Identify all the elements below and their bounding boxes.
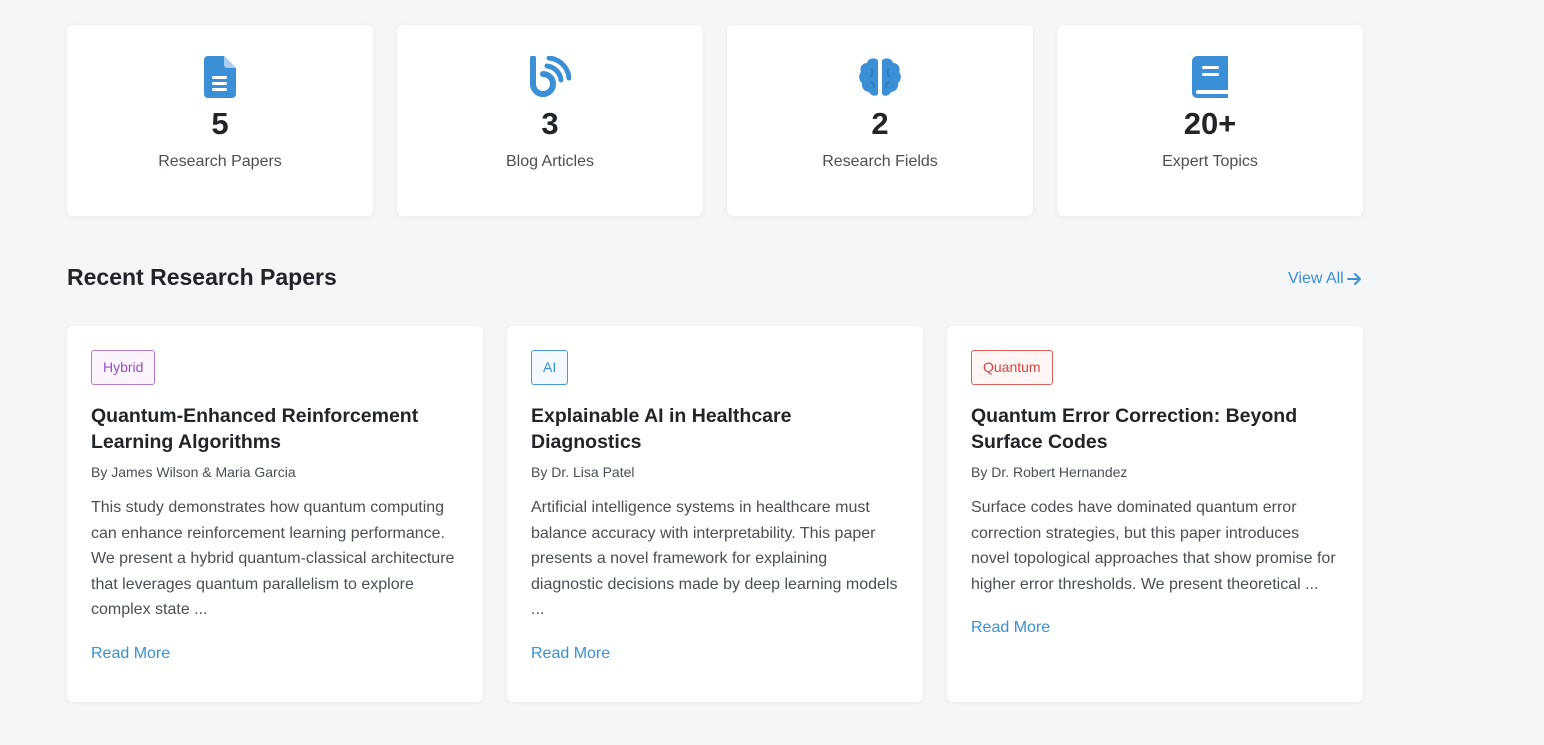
paper-authors: By James Wilson & Maria Garcia — [91, 464, 296, 480]
paper-title[interactable]: Explainable AI in Healthcare Diagnostics — [531, 403, 899, 455]
paper-title[interactable]: Quantum Error Correction: Beyond Surface… — [971, 403, 1339, 455]
brain-icon — [859, 56, 901, 98]
blog-icon — [529, 56, 571, 98]
category-tag: Hybrid — [91, 350, 156, 385]
paper-abstract: Artificial intelligence systems in healt… — [531, 499, 898, 619]
paper-authors: By Dr. Robert Hernandez — [971, 464, 1128, 480]
stats-row: 5 Research Papers 3 Blog Articles 2 Rese… — [67, 25, 1363, 216]
book-icon — [1192, 56, 1228, 98]
read-more-link[interactable]: Read More — [971, 619, 1050, 637]
paper-title[interactable]: Quantum-Enhanced Reinforcement Learning … — [91, 403, 459, 455]
read-more-link[interactable]: Read More — [91, 645, 170, 663]
document-icon — [204, 56, 236, 98]
view-all-label: View All — [1288, 270, 1344, 287]
paper-abstract: Surface codes have dominated quantum err… — [971, 499, 1336, 593]
paper-cards: Hybrid Quantum-Enhanced Reinforcement Le… — [67, 326, 1363, 702]
view-all-link[interactable]: View All — [1288, 270, 1362, 288]
stat-card-research-fields: 2 Research Fields — [727, 25, 1033, 216]
paper-card: AI Explainable AI in Healthcare Diagnost… — [507, 326, 923, 702]
stat-value: 5 — [211, 106, 229, 141]
stat-label: Expert Topics — [1162, 153, 1258, 170]
stat-value: 20+ — [1183, 106, 1237, 141]
stat-label: Blog Articles — [505, 153, 595, 170]
stat-label: Research Papers — [158, 153, 282, 170]
read-more-link[interactable]: Read More — [531, 645, 610, 663]
category-tag: AI — [531, 350, 569, 385]
paper-abstract: This study demonstrates how quantum comp… — [91, 499, 455, 619]
paper-authors: By Dr. Lisa Patel — [531, 464, 635, 480]
arrow-right-icon — [1346, 273, 1361, 285]
section-title: Recent Research Papers — [67, 264, 337, 290]
stat-card-blog-articles: 3 Blog Articles — [397, 25, 703, 216]
stat-value: 2 — [871, 106, 889, 141]
stat-value: 3 — [541, 106, 559, 141]
stat-card-research-papers: 5 Research Papers — [67, 25, 373, 216]
category-tag: Quantum — [971, 350, 1053, 385]
paper-card: Quantum Quantum Error Correction: Beyond… — [947, 326, 1363, 702]
paper-card: Hybrid Quantum-Enhanced Reinforcement Le… — [67, 326, 483, 702]
stat-card-expert-topics: 20+ Expert Topics — [1057, 25, 1363, 216]
stat-label: Research Fields — [822, 153, 938, 170]
